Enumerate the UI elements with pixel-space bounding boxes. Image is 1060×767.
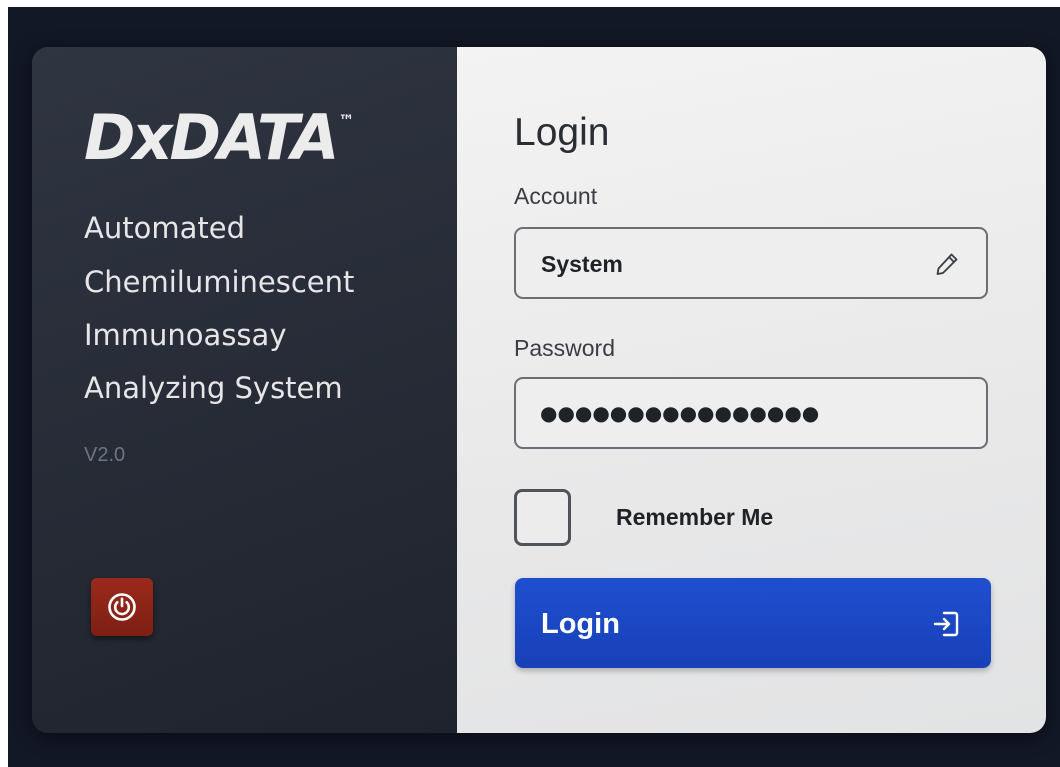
login-button-label: Login [541,608,620,640]
password-value: ●●●●●●●●●●●●●●●● [540,401,820,425]
password-field[interactable]: ●●●●●●●●●●●●●●●● [514,377,988,449]
account-value: System [541,251,623,277]
version-label: V2.0 [84,444,126,466]
subtitle-line-2: Chemiluminescent [84,265,355,299]
power-button[interactable] [91,578,153,636]
power-icon [108,593,136,621]
remember-me-checkbox[interactable] [514,489,571,546]
trademark-symbol: ™ [338,111,355,130]
subtitle-line-4: Analyzing System [84,371,343,405]
subtitle-line-3: Immunoassay [84,318,287,352]
remember-me-label[interactable]: Remember Me [616,506,773,529]
app-logo: DxDATA ™ [84,107,355,169]
subtitle-line-1: Automated [84,211,245,245]
login-form: Login Account System Password ●●●●●●●●●●… [457,47,1046,733]
login-button[interactable]: Login [515,578,991,668]
logo-text: DxDATA [84,101,339,174]
account-field[interactable]: System [514,227,988,299]
login-arrow-icon [933,611,959,637]
brand-panel: DxDATA ™ Automated Chemiluminescent Immun… [32,47,457,733]
account-label: Account [514,183,598,209]
form-title: Login [514,111,610,154]
login-dialog: DxDATA ™ Automated Chemiluminescent Immun… [32,47,1046,733]
password-label: Password [514,335,615,361]
pencil-icon[interactable] [934,251,960,277]
